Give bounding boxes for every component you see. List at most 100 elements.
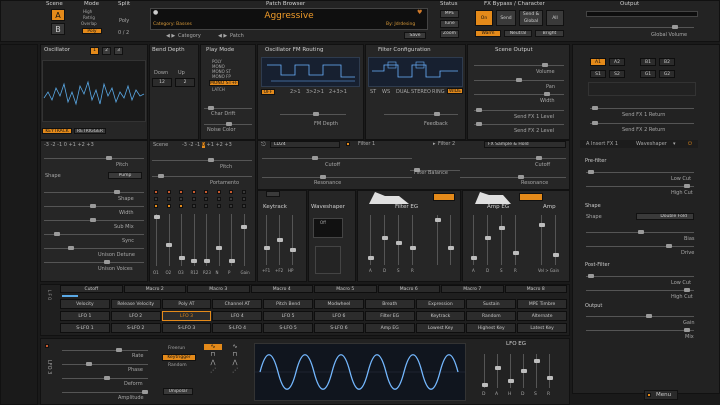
lfo-mode-random[interactable]: Random (168, 363, 187, 369)
mod-source-row3-0[interactable]: S-LFO 1 (60, 323, 110, 333)
amp-gain-slider[interactable] (538, 215, 545, 265)
global-volume-slider[interactable] (590, 25, 694, 29)
lfo-eg-slider-2-handle[interactable] (507, 379, 514, 384)
mod-source-row1-9[interactable]: MPE Timbre (517, 299, 567, 309)
unison-voices-slider[interactable] (44, 260, 144, 264)
mixer-fader-1[interactable] (166, 214, 172, 266)
lfo-power-toggle[interactable] (45, 344, 49, 348)
keytrack-slider-2-handle[interactable] (289, 248, 296, 252)
lfo-eg-slider-4-handle[interactable] (533, 358, 540, 363)
lfo-shape-7-icon[interactable]: ⋰ (226, 368, 244, 374)
mixer-fader-3-handle[interactable] (191, 258, 197, 263)
unison-detune-slider[interactable] (44, 246, 144, 250)
mixer-fader-0-handle[interactable] (153, 214, 160, 219)
mod-source-row1-0[interactable]: Velocity (60, 299, 110, 309)
waveshaper-display[interactable] (313, 218, 343, 238)
mixer-fader-5[interactable] (216, 214, 222, 266)
fm-option-2-3-1[interactable]: 2+3>1 (329, 89, 347, 95)
mixer-mute-4[interactable] (204, 190, 208, 194)
filter-eg-mode-button[interactable] (433, 193, 455, 201)
mixer-route-4[interactable] (204, 204, 208, 208)
mixer-fader-3[interactable] (191, 214, 197, 266)
fm-option-off[interactable]: OFF (261, 89, 275, 95)
mixer-route-0[interactable] (154, 204, 158, 208)
filter-config-st[interactable]: ST (370, 89, 376, 95)
mixer-fader-6-handle[interactable] (228, 258, 235, 263)
lfo-amplitude-slider[interactable] (62, 390, 148, 394)
mixer-solo-1[interactable] (166, 197, 171, 201)
filter-config-dual[interactable]: DUAL (396, 89, 410, 95)
filter1-cutoff-slider[interactable] (262, 156, 412, 160)
fx-type-dropdown[interactable]: Waveshaper (636, 141, 667, 147)
lfo-shape-5-icon[interactable]: ⋀ (226, 360, 244, 366)
mixer-solo-3[interactable] (191, 197, 196, 201)
mod-source-row3-3[interactable]: S-LFO 4 (212, 323, 263, 333)
mixer-mute-0[interactable] (154, 190, 158, 194)
filter-eg-slider-1[interactable] (381, 215, 388, 265)
oscillator-tab-1[interactable]: 1 (90, 47, 99, 55)
lfo-eg-slider-1-handle[interactable] (494, 365, 501, 370)
scene-width-slider[interactable] (474, 92, 564, 96)
filter-eg-slider-3[interactable] (409, 215, 416, 265)
fx-mix-slider[interactable] (586, 328, 694, 332)
fx-slot-s2[interactable]: S2 (609, 70, 625, 78)
mixer-fader-6[interactable] (228, 214, 235, 266)
patch-prev-next-icon[interactable]: ◀ ▶ (218, 33, 227, 39)
lfo-eg-slider-1[interactable] (494, 354, 501, 388)
filter-eg-depth1-slider-handle[interactable] (434, 218, 441, 222)
scene-volume-slider[interactable] (474, 63, 564, 67)
fx-send-global-button[interactable]: Send & Global (519, 10, 543, 26)
filter-eg-slider-0[interactable] (367, 215, 374, 265)
lfo-shape-4-icon[interactable]: ⋀ (204, 360, 222, 366)
fx-slot-b2[interactable]: B2 (659, 58, 675, 66)
filter1-resonance-slider[interactable] (262, 175, 412, 179)
mixer-route-2[interactable] (179, 204, 183, 208)
play-mode-latch[interactable]: LATCH (212, 87, 225, 93)
amp-eg-mode-button[interactable] (519, 193, 543, 201)
fm-option-3-2-1[interactable]: 3>2>1 (306, 89, 324, 95)
mod-source-row1-6[interactable]: Breath (364, 299, 415, 309)
mixer-fader-1-handle[interactable] (166, 243, 172, 248)
amp-eg-slider-2[interactable] (498, 215, 505, 265)
macro-7[interactable]: Macro 7 (441, 285, 504, 293)
mixer-mute-6[interactable] (229, 190, 233, 194)
lfo-mode-keytrigger[interactable]: Keytrigger (162, 354, 196, 361)
shape-type-dropdown[interactable]: Pump (108, 172, 142, 179)
split-pages[interactable]: 0 / 2 (118, 30, 129, 36)
lfo-eg-slider-0[interactable] (481, 354, 488, 388)
mod-source-row2-3[interactable]: LFO 4 (212, 311, 263, 321)
lfo-eg-slider-5-handle[interactable] (546, 375, 553, 380)
status-mpe-button[interactable]: MPE (440, 10, 459, 18)
favorite-heart-icon[interactable]: ♥ (417, 10, 422, 16)
macro-8[interactable]: Macro 8 (504, 285, 567, 293)
category-prev-next-icon[interactable]: ◀ ▶ (166, 33, 175, 39)
fx-all-button[interactable]: All (546, 10, 564, 26)
lfo-eg-slider-5[interactable] (546, 354, 553, 388)
keytrack-slider-1-handle[interactable] (276, 238, 283, 242)
amp-eg-slider-0-handle[interactable] (470, 255, 477, 260)
filter2-cutoff-slider[interactable] (460, 156, 566, 160)
lfo-shape-grid[interactable]: ∿ ∿ ⊓ ⊓ ⋀ ⋀ ⋰ ⋰ (204, 344, 250, 378)
filter-eg-slider-0-handle[interactable] (367, 255, 374, 260)
fx-on-button[interactable]: On (475, 10, 493, 26)
lfo-eg-slider-2[interactable] (507, 354, 514, 388)
filter1-chevron-icon[interactable]: ▸ (433, 141, 436, 147)
mod-source-row3-8[interactable]: Highest Key (466, 323, 517, 333)
macro-6[interactable]: Macro 6 (377, 285, 440, 293)
osc-shape-slider[interactable] (44, 190, 144, 194)
amp-eg-slider-2-handle[interactable] (498, 225, 505, 230)
mod-source-row3-5[interactable]: S-LFO 6 (314, 323, 364, 333)
fm-depth-slider[interactable] (280, 112, 346, 116)
mod-source-row1-1[interactable]: Release Velocity (110, 299, 161, 309)
mod-source-row2-2[interactable]: LFO 3 (161, 311, 212, 321)
lfo-eg-slider-3[interactable] (520, 354, 527, 388)
bias-slider[interactable] (586, 230, 694, 234)
mod-source-row3-1[interactable]: S-LFO 2 (110, 323, 161, 333)
fx-slot-a2[interactable]: A2 (609, 58, 625, 66)
fx-slot-g1[interactable]: G1 (640, 70, 656, 78)
mixer-route-5[interactable] (216, 204, 221, 208)
lfo-eg-slider-4[interactable] (533, 354, 540, 388)
send-fx1-return-slider[interactable] (590, 106, 694, 110)
amp-velgain-slider[interactable] (552, 215, 559, 265)
lfo-rate-slider[interactable] (62, 348, 148, 352)
